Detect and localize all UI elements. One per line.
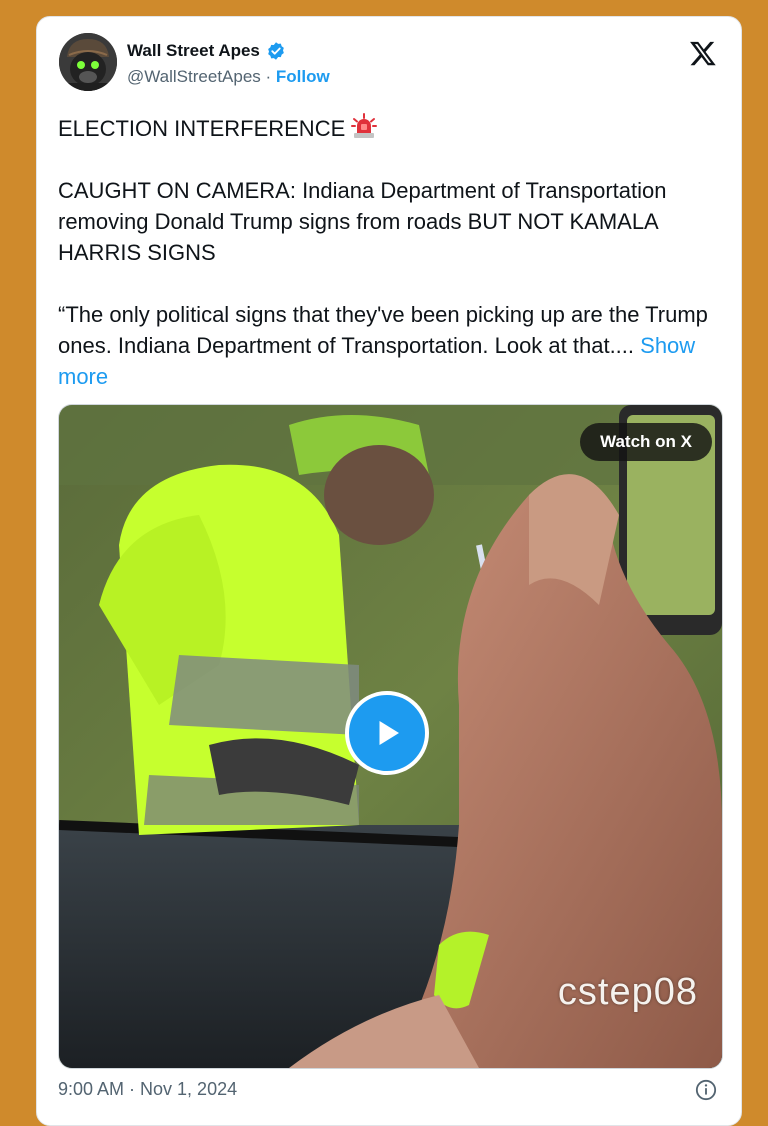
tweet-headline-paragraph: ELECTION INTERFERENCE <box>58 113 718 144</box>
ape-avatar-image <box>59 33 117 91</box>
handle-separator: · <box>260 67 276 86</box>
author-name-row: Wall Street Apes <box>127 41 286 61</box>
video-watermark: cstep08 <box>557 971 698 1013</box>
play-icon <box>379 721 399 745</box>
x-logo-icon[interactable] <box>689 39 717 67</box>
author-handle-row: @WallStreetApes · Follow <box>127 67 330 87</box>
author-name[interactable]: Wall Street Apes <box>127 41 260 61</box>
info-icon[interactable] <box>695 1079 717 1101</box>
tweet-text: ELECTION INTERFERENCE CAUGHT ON CAMERA: … <box>58 113 718 392</box>
watch-on-x-button[interactable]: Watch on X <box>580 423 712 461</box>
video-player[interactable]: Watch on X cstep08 <box>58 404 723 1069</box>
follow-link[interactable]: Follow <box>276 67 330 86</box>
tweet-card: Wall Street Apes @WallStreetApes · Follo… <box>36 16 742 1126</box>
tweet-headline: ELECTION INTERFERENCE <box>58 116 346 141</box>
play-button[interactable] <box>345 691 429 775</box>
police-siren-icon <box>351 113 378 138</box>
author-handle[interactable]: @WallStreetApes <box>127 67 261 86</box>
verified-badge-icon <box>268 42 284 60</box>
tweet-paragraph-3-text: “The only political signs that they've b… <box>58 302 708 358</box>
tweet-timestamp[interactable]: 9:00 AM · Nov 1, 2024 <box>58 1079 237 1100</box>
tweet-paragraph-3: “The only political signs that they've b… <box>58 299 718 392</box>
tweet-paragraph-2: CAUGHT ON CAMERA: Indiana Department of … <box>58 178 667 265</box>
avatar[interactable] <box>59 33 117 91</box>
